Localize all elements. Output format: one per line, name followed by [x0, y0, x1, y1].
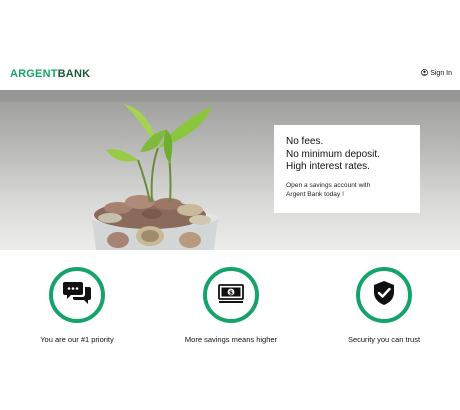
site-header: ARGENTBANK Sign In	[0, 0, 460, 90]
feature-caption: You are our #1 priority	[40, 335, 114, 344]
feature-savings: $ More savings means higher	[161, 267, 301, 344]
sign-in-link[interactable]: Sign In	[421, 69, 452, 78]
features-section: You are our #1 priority $ More savings m…	[0, 250, 460, 410]
svg-text:$: $	[229, 289, 233, 296]
feature-priority: You are our #1 priority	[7, 267, 147, 344]
brand-name-part1: ARGENT	[10, 68, 58, 80]
money-bill-icon: $	[216, 278, 246, 313]
brand-name-part2: BANK	[57, 68, 91, 80]
promo-subtext-line2: Argent Bank today !	[286, 190, 344, 198]
promo-line-no-minimum: No minimum deposit.	[286, 148, 380, 160]
feature-icon-circle	[356, 267, 412, 323]
feature-caption: More savings means higher	[184, 335, 278, 344]
feature-security: Security you can trust	[314, 267, 454, 344]
shield-check-icon	[369, 278, 399, 313]
sign-in-label: Sign In	[430, 70, 452, 77]
chat-bubbles-icon	[62, 278, 92, 313]
promo-subtext: Open a savings account with Argent Bank …	[286, 181, 410, 199]
hero-banner: No fees. No minimum deposit. High intere…	[0, 90, 460, 250]
promo-card: No fees. No minimum deposit. High intere…	[274, 125, 420, 213]
feature-caption: Security you can trust	[347, 335, 421, 344]
user-circle-icon	[421, 69, 429, 78]
promo-line-high-interest: High interest rates.	[286, 161, 370, 172]
feature-icon-circle: $	[203, 267, 259, 323]
feature-icon-circle	[49, 267, 105, 323]
promo-line-no-fees: No fees.	[286, 136, 324, 147]
brand-logo[interactable]: ARGENTBANK	[10, 68, 90, 80]
promo-subtext-line1: Open a savings account with	[286, 181, 371, 189]
